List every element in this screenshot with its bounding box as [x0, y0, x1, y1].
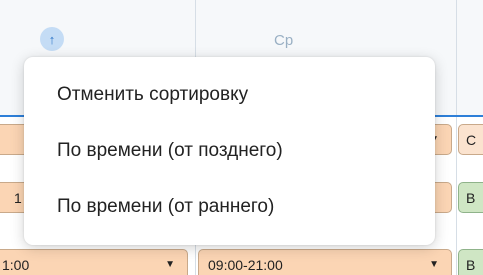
- time-select[interactable]: 1:00 ▼: [0, 249, 188, 275]
- time-select[interactable]: 09:00-21:00 ▼: [198, 249, 452, 275]
- chevron-down-icon: ▼: [165, 259, 175, 270]
- shift-chip-label: В: [466, 257, 476, 273]
- time-select-value: 1: [14, 190, 22, 206]
- menu-item-cancel-sort[interactable]: Отменить сортировку: [24, 71, 435, 119]
- column-divider: [456, 0, 457, 275]
- shift-chip[interactable]: В: [458, 249, 483, 275]
- shift-chip-label: С: [466, 132, 477, 148]
- time-select-value: 1:00: [2, 257, 30, 273]
- day-column-header: Ср: [274, 32, 294, 49]
- shift-chip-label: В: [466, 190, 476, 206]
- menu-item-sort-latest[interactable]: По времени (от позднего): [24, 127, 435, 175]
- menu-item-sort-earliest[interactable]: По времени (от раннего): [24, 183, 435, 231]
- chevron-down-icon: ▼: [429, 259, 439, 270]
- time-select-value: 09:00-21:00: [208, 257, 283, 273]
- sort-menu: Отменить сортировку По времени (от поздн…: [24, 57, 435, 245]
- shift-chip[interactable]: В: [458, 182, 483, 213]
- shift-chip[interactable]: С: [458, 124, 483, 155]
- arrow-up-icon[interactable]: ↑: [40, 27, 64, 51]
